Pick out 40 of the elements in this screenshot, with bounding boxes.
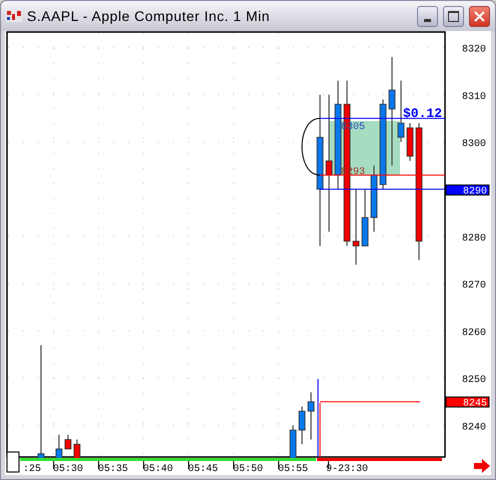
price-tag: 8245 (446, 396, 490, 410)
price-label: 8250 (462, 375, 486, 386)
price-label: 8300 (462, 139, 486, 150)
app-icon (6, 8, 22, 24)
candle (370, 165, 378, 232)
close-icon (474, 10, 485, 22)
price-label: 8320 (462, 44, 486, 56)
time-label: 05:50 (233, 464, 263, 475)
scroll-box[interactable] (6, 452, 20, 472)
candle (308, 392, 314, 440)
price-tag: 8290 (446, 184, 490, 198)
maximize-button[interactable] (443, 6, 464, 26)
time-label: 05:35 (98, 464, 128, 475)
time-label: 9-23:30 (326, 464, 368, 475)
candle (398, 80, 404, 143)
minimize-icon (424, 18, 431, 22)
candle (56, 434, 62, 459)
price-label: 8260 (462, 328, 486, 339)
time-label: :25 (23, 464, 41, 475)
price-label: 8310 (462, 92, 486, 103)
candle (362, 188, 368, 246)
maximize-icon (448, 10, 459, 22)
candle (290, 424, 296, 459)
candle (298, 406, 306, 445)
change-label: $0.12 (403, 106, 442, 121)
candle (406, 122, 414, 162)
candle (74, 439, 80, 459)
window-title: S.AAPL - Apple Computer Inc. 1 Min (27, 6, 271, 26)
close-button[interactable] (469, 6, 490, 26)
price-label: 8280 (462, 233, 486, 244)
price-label: 8240 (462, 422, 486, 434)
time-label: 05:30 (53, 464, 83, 475)
candle (64, 434, 72, 450)
minimize-button[interactable] (417, 6, 438, 26)
time-label: 05:55 (278, 464, 308, 475)
time-label: 05:40 (143, 464, 173, 475)
bracket-drawing (302, 118, 320, 176)
time-label: 05:45 (188, 464, 218, 475)
arrow-right-icon[interactable] (474, 459, 490, 473)
price-label: 8270 (462, 280, 486, 292)
